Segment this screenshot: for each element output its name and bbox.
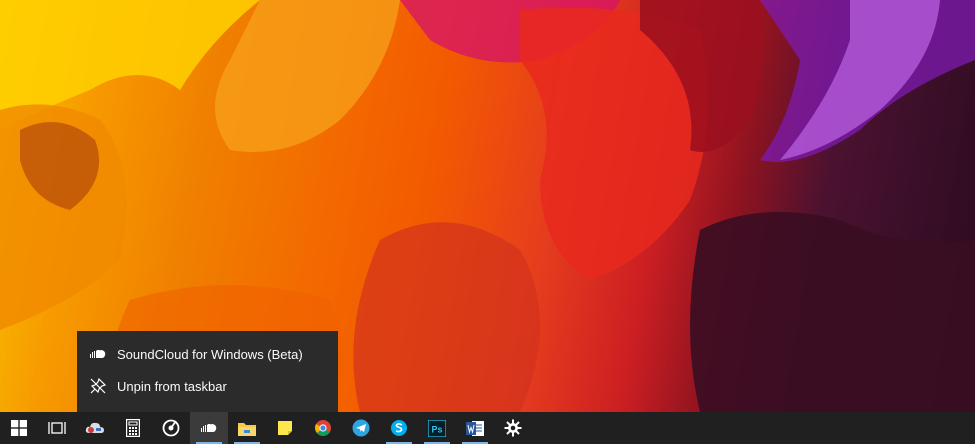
taskbar-app-word[interactable]	[456, 412, 494, 444]
taskbar-app-sticky-notes[interactable]	[266, 412, 304, 444]
taskbar-jump-list: SoundCloud for Windows (Beta) Unpin from…	[77, 331, 338, 412]
task-view-icon	[48, 420, 66, 436]
photoshop-icon: Ps	[428, 419, 446, 437]
taskbar-app-settings[interactable]	[494, 412, 532, 444]
taskbar-app-telegram[interactable]	[342, 412, 380, 444]
jumplist-item-label: Unpin from taskbar	[117, 378, 227, 394]
soundcloud-icon	[200, 423, 218, 433]
calculator-icon	[126, 419, 140, 437]
photoshop-label: Ps	[431, 424, 442, 434]
chrome-icon	[314, 419, 332, 437]
taskbar-app-photoshop[interactable]: Ps	[418, 412, 456, 444]
soundcloud-icon	[89, 345, 107, 363]
word-icon	[466, 420, 484, 437]
groove-icon	[162, 419, 180, 437]
sticky-note-icon	[278, 421, 292, 435]
taskbar-app-groove[interactable]	[152, 412, 190, 444]
jumplist-item-soundcloud[interactable]: SoundCloud for Windows (Beta)	[77, 338, 338, 370]
taskbar-app-file-explorer[interactable]	[228, 412, 266, 444]
jumplist-item-label: SoundCloud for Windows (Beta)	[117, 346, 303, 362]
taskbar-app-skype[interactable]	[380, 412, 418, 444]
taskbar: Ps	[0, 412, 975, 444]
taskbar-app-soundcloud[interactable]	[190, 412, 228, 444]
taskbar-app-calculator[interactable]	[114, 412, 152, 444]
jumplist-item-unpin[interactable]: Unpin from taskbar	[77, 370, 338, 402]
cloud-app-icon	[85, 420, 105, 436]
taskbar-app-cloud[interactable]	[76, 412, 114, 444]
taskbar-app-chrome[interactable]	[304, 412, 342, 444]
task-view-button[interactable]	[38, 412, 76, 444]
start-button[interactable]	[0, 412, 38, 444]
windows-logo-icon	[11, 420, 27, 436]
gear-icon	[504, 419, 522, 437]
telegram-icon	[352, 419, 370, 437]
unpin-icon	[89, 377, 107, 395]
folder-icon	[238, 421, 256, 436]
skype-icon	[390, 419, 408, 437]
